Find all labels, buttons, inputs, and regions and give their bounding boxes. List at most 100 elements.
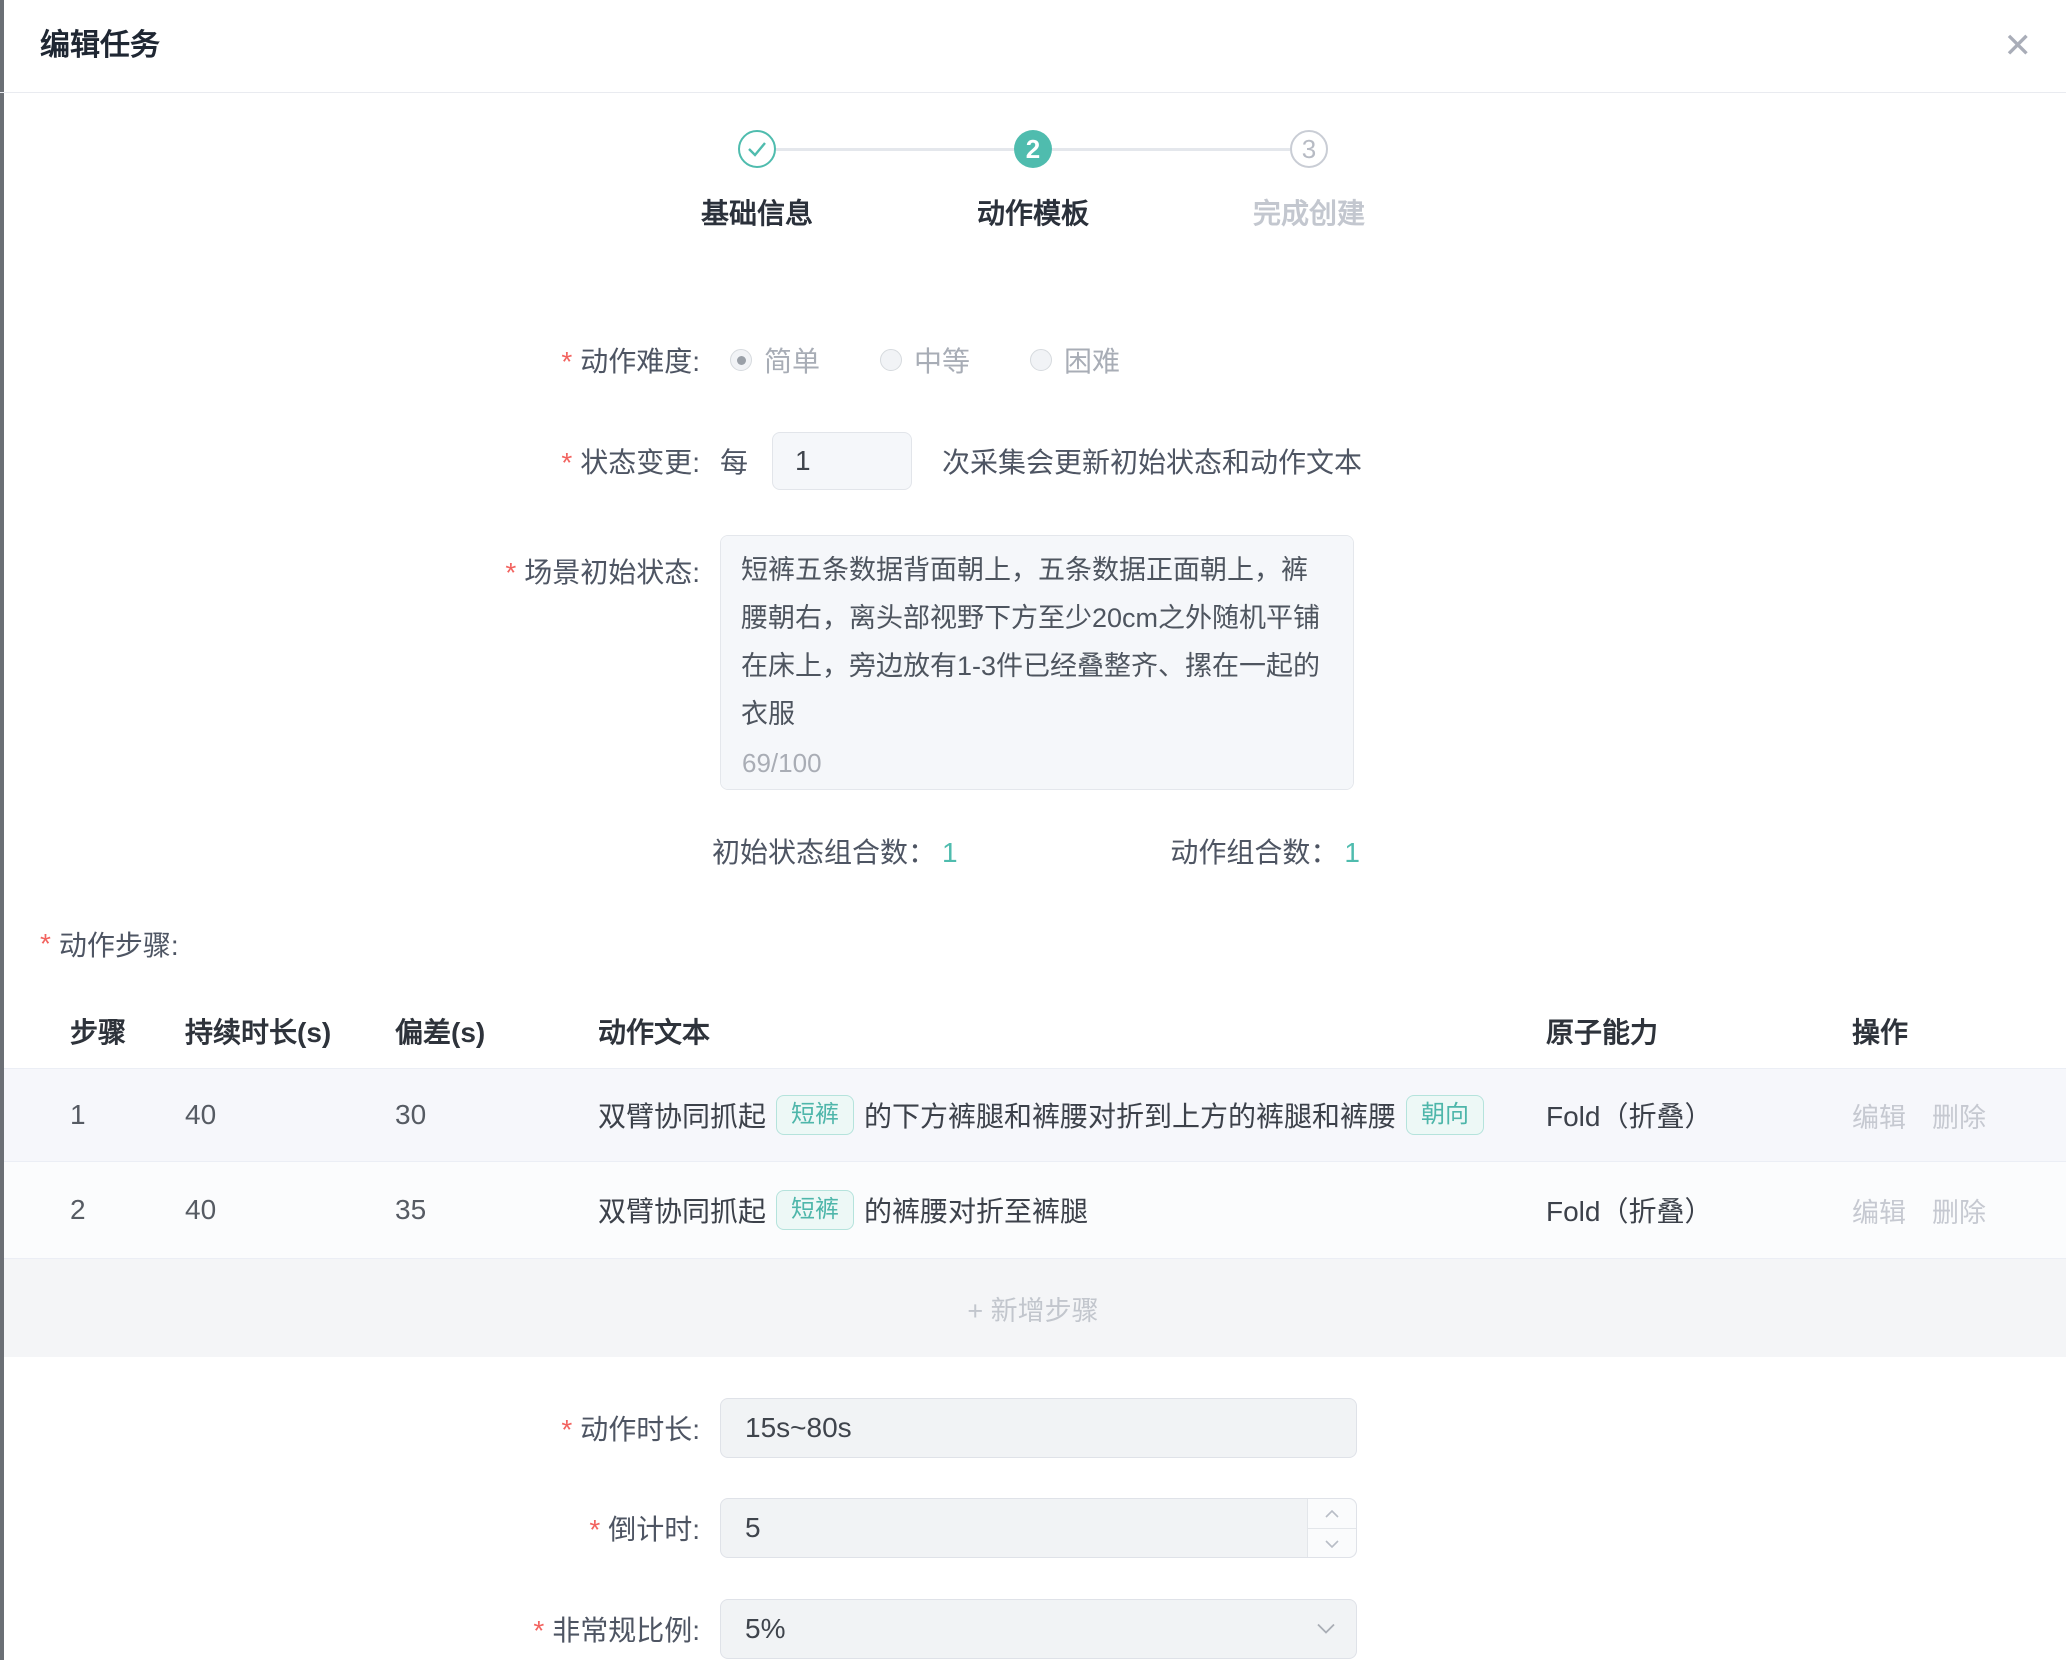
radio-label: 中等 — [914, 340, 970, 380]
spinner-down-button[interactable] — [1308, 1529, 1356, 1557]
delete-link[interactable]: 删除 — [1932, 1191, 1986, 1230]
add-step-row: + 新增步骤 — [0, 1259, 2066, 1357]
action-duration-label: *动作时长: — [0, 1408, 700, 1448]
duration-cell: 40 — [185, 1194, 395, 1226]
unusual-ratio-label: *非常规比例: — [0, 1609, 700, 1649]
radio-label: 简单 — [764, 340, 820, 380]
step-2-indicator[interactable]: 2 — [1014, 130, 1052, 168]
col-header-operations: 操作 — [1852, 1011, 2066, 1051]
close-icon[interactable]: ✕ — [2004, 24, 2033, 68]
required-asterisk: * — [505, 557, 516, 588]
edit-task-dialog: 编辑任务 ✕ 2 3 基础信息 动作模板 完成创建 *动作难度: — [0, 0, 2066, 1660]
required-asterisk: * — [561, 447, 572, 478]
object-tag: 短裤 — [776, 1190, 854, 1230]
col-header-deviation: 偏差(s) — [395, 1011, 598, 1051]
state-change-input[interactable] — [772, 432, 912, 490]
add-step-button[interactable]: + 新增步骤 — [967, 1289, 1098, 1328]
deviation-cell: 30 — [395, 1099, 598, 1131]
radio-option-hard[interactable]: 困难 — [1030, 340, 1120, 380]
step-2-number: 2 — [1026, 134, 1040, 165]
step-3-indicator[interactable]: 3 — [1290, 130, 1328, 168]
steps-table-body: 14030双臂协同抓起短裤的下方裤腿和裤腰对折到上方的裤腿和裤腰朝向Fold（折… — [0, 1069, 2066, 1259]
select-chevron-down-icon[interactable] — [1317, 1624, 1335, 1635]
number-spinner — [1307, 1499, 1356, 1557]
radio-option-easy[interactable]: 简单 — [730, 340, 820, 380]
dialog-header: 编辑任务 ✕ — [0, 0, 2066, 93]
ability-cell: Fold（折叠） — [1546, 1190, 1852, 1230]
state-change-label: *状态变更: — [0, 441, 700, 481]
action-text-cell: 双臂协同抓起短裤的裤腰对折至裤腿 — [598, 1190, 1546, 1230]
action-text: 双臂协同抓起 — [598, 1190, 766, 1230]
deviation-cell: 35 — [395, 1194, 598, 1226]
spinner-up-button[interactable] — [1308, 1499, 1356, 1529]
stepper-connector — [776, 148, 1014, 151]
radio-selected-icon — [730, 349, 752, 371]
action-text: 的裤腰对折至裤腿 — [864, 1190, 1088, 1230]
step-3-label: 完成创建 — [1253, 192, 1365, 232]
delete-link[interactable]: 删除 — [1932, 1096, 1986, 1135]
duration-cell: 40 — [185, 1099, 395, 1131]
action-duration-input[interactable] — [720, 1398, 1357, 1458]
col-header-duration: 持续时长(s) — [185, 1011, 395, 1051]
action-steps-label: *动作步骤: — [40, 929, 2066, 959]
action-text-cell: 双臂协同抓起短裤的下方裤腿和裤腰对折到上方的裤腿和裤腰朝向 — [598, 1095, 1546, 1135]
operations-cell: 编辑删除 — [1852, 1096, 2066, 1135]
combo-value: 1 — [1344, 837, 1360, 868]
table-header-row: 步骤 持续时长(s) 偏差(s) 动作文本 原子能力 操作 — [0, 993, 2066, 1069]
radio-icon — [880, 349, 902, 371]
countdown-row: *倒计时: — [0, 1498, 2066, 1558]
step-3-number: 3 — [1302, 134, 1316, 165]
edit-link[interactable]: 编辑 — [1852, 1191, 1906, 1230]
state-change-suffix: 次采集会更新初始状态和动作文本 — [942, 441, 1362, 481]
action-steps-table: 步骤 持续时长(s) 偏差(s) 动作文本 原子能力 操作 14030双臂协同抓… — [0, 993, 2066, 1357]
action-duration-row: *动作时长: — [0, 1398, 2066, 1458]
stepper-labels: 基础信息 动作模板 完成创建 — [738, 192, 1328, 226]
required-asterisk: * — [533, 1615, 544, 1646]
check-icon — [746, 140, 768, 158]
required-asterisk: * — [589, 1514, 600, 1545]
action-text: 双臂协同抓起 — [598, 1095, 766, 1135]
step-2-label: 动作模板 — [977, 192, 1089, 232]
difficulty-label: *动作难度: — [0, 340, 700, 380]
countdown-input[interactable] — [720, 1498, 1357, 1558]
step-cell: 2 — [70, 1194, 185, 1226]
col-header-ability: 原子能力 — [1546, 1011, 1852, 1051]
ability-cell: Fold（折叠） — [1546, 1095, 1852, 1135]
chevron-up-icon — [1325, 1510, 1339, 1518]
step-1-indicator[interactable] — [738, 130, 776, 168]
countdown-label: *倒计时: — [0, 1508, 700, 1548]
dialog-title: 编辑任务 — [40, 0, 160, 92]
combo-counts-row: 初始状态组合数：1 动作组合数：1 — [0, 835, 2066, 867]
table-row: 24035双臂协同抓起短裤的裤腰对折至裤腿Fold（折叠）编辑删除 — [0, 1162, 2066, 1259]
edit-link[interactable]: 编辑 — [1852, 1096, 1906, 1135]
required-asterisk: * — [561, 346, 572, 377]
step-cell: 1 — [70, 1099, 185, 1131]
radio-option-medium[interactable]: 中等 — [880, 340, 970, 380]
state-change-row: *状态变更: 每 次采集会更新初始状态和动作文本 — [0, 432, 2066, 490]
difficulty-row: *动作难度: 简单 中等 困难 — [0, 338, 2066, 382]
chevron-down-icon — [1325, 1540, 1339, 1548]
required-asterisk: * — [561, 1414, 572, 1445]
object-tag: 朝向 — [1406, 1095, 1484, 1135]
required-asterisk: * — [40, 928, 51, 960]
initial-state-label: *场景初始状态: — [0, 535, 700, 591]
initial-combo-count: 初始状态组合数：1 — [712, 831, 958, 871]
stepper-connector — [1052, 148, 1290, 151]
combo-value: 1 — [942, 837, 958, 868]
radio-label: 困难 — [1064, 340, 1120, 380]
initial-state-textarea-wrap: 短裤五条数据背面朝上，五条数据正面朝上，裤腰朝右，离头部视野下方至少20cm之外… — [720, 535, 1354, 795]
radio-icon — [1030, 349, 1052, 371]
object-tag: 短裤 — [776, 1095, 854, 1135]
table-row: 14030双臂协同抓起短裤的下方裤腿和裤腰对折到上方的裤腿和裤腰朝向Fold（折… — [0, 1069, 2066, 1162]
operations-cell: 编辑删除 — [1852, 1191, 2066, 1230]
col-header-step: 步骤 — [70, 1011, 185, 1051]
stepper-track: 2 3 — [738, 130, 1328, 168]
action-combo-count: 动作组合数：1 — [1170, 831, 1360, 871]
stepper: 2 3 基础信息 动作模板 完成创建 — [738, 130, 1328, 226]
step-1-label: 基础信息 — [701, 192, 813, 232]
unusual-ratio-row: *非常规比例: — [0, 1598, 2066, 1660]
col-header-action-text: 动作文本 — [598, 1011, 1546, 1051]
char-counter: 69/100 — [742, 748, 822, 779]
unusual-ratio-select[interactable] — [720, 1599, 1357, 1659]
page-left-edge — [0, 0, 4, 1660]
